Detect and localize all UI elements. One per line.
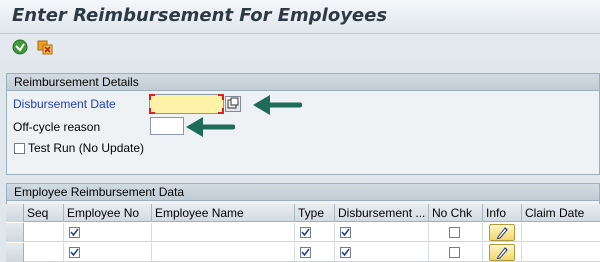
- column-header-info[interactable]: Info: [483, 204, 522, 222]
- disbursement-date-field[interactable]: [149, 94, 224, 114]
- required-corner-marker: [218, 108, 224, 114]
- claim-date-cell[interactable]: [522, 243, 600, 262]
- execute-icon[interactable]: [11, 38, 29, 56]
- date-picker-button[interactable]: [225, 96, 241, 112]
- test-run-checkbox[interactable]: [14, 143, 25, 154]
- required-corner-marker: [218, 94, 224, 100]
- off-cycle-reason-field[interactable]: [150, 117, 184, 135]
- arrow-pointer-date: [253, 95, 302, 115]
- column-header-no-chk[interactable]: No Chk: [429, 204, 483, 222]
- info-edit-button[interactable]: [489, 244, 515, 261]
- seq-cell[interactable]: [24, 223, 64, 242]
- row-selector[interactable]: [6, 223, 24, 242]
- edit-icon: [496, 227, 508, 240]
- info-cell: [483, 243, 522, 262]
- table-header-row: Seq Employee No Employee Name Type Disbu…: [6, 204, 600, 222]
- employee-no-cell[interactable]: [64, 243, 152, 262]
- no-chk-cell: [429, 243, 483, 262]
- page-title: Enter Reimbursement For Employees: [12, 5, 388, 26]
- title-bar: Enter Reimbursement For Employees: [0, 0, 600, 34]
- row-selector[interactable]: [6, 243, 24, 262]
- disbursement-cell[interactable]: [335, 223, 429, 242]
- test-run-label: Test Run (No Update): [28, 141, 145, 155]
- info-edit-button[interactable]: [489, 224, 515, 241]
- disbursement-cell[interactable]: [335, 243, 429, 262]
- column-header-employee-no[interactable]: Employee No: [64, 204, 152, 222]
- disbursement-date-label: Disbursement Date: [13, 97, 116, 111]
- type-cell[interactable]: [295, 243, 335, 262]
- required-corner-marker: [149, 108, 155, 114]
- employee-reimbursement-table: Seq Employee No Employee Name Type Disbu…: [6, 204, 600, 262]
- application-toolbar: [0, 35, 600, 59]
- column-header-disbursement[interactable]: Disbursement ...: [335, 204, 429, 222]
- calendar-icon: [227, 97, 239, 109]
- employee-no-cell[interactable]: [64, 223, 152, 242]
- info-cell: [483, 223, 522, 242]
- employee-name-cell[interactable]: [152, 243, 295, 262]
- no-chk-cell: [429, 223, 483, 242]
- type-cell[interactable]: [295, 223, 335, 242]
- off-cycle-reason-label: Off-cycle reason: [13, 120, 101, 134]
- select-all-cell[interactable]: [6, 204, 24, 222]
- reimbursement-details-header: Reimbursement Details: [7, 74, 599, 91]
- no-chk-checkbox[interactable]: [449, 227, 460, 238]
- checkmark-icon: [69, 227, 80, 238]
- column-header-employee-name[interactable]: Employee Name: [152, 204, 295, 222]
- edit-icon: [496, 247, 508, 260]
- table-row: [6, 223, 600, 242]
- table-row: [6, 243, 600, 262]
- checkmark-icon: [340, 227, 351, 238]
- column-header-claim-date[interactable]: Claim Date: [522, 204, 600, 222]
- checkmark-icon: [300, 227, 311, 238]
- required-corner-marker: [149, 94, 155, 100]
- get-variant-icon[interactable]: [36, 38, 54, 56]
- checkmark-icon: [69, 247, 80, 258]
- claim-date-cell[interactable]: [522, 223, 600, 242]
- checkmark-icon: [340, 247, 351, 258]
- employee-name-cell[interactable]: [152, 223, 295, 242]
- arrow-pointer-off-cycle: [186, 117, 235, 137]
- column-header-type[interactable]: Type: [295, 204, 335, 222]
- employee-reimbursement-header: Employee Reimbursement Data: [7, 184, 599, 201]
- seq-cell[interactable]: [24, 243, 64, 262]
- no-chk-checkbox[interactable]: [449, 247, 460, 258]
- checkmark-icon: [300, 247, 311, 258]
- column-header-seq[interactable]: Seq: [24, 204, 64, 222]
